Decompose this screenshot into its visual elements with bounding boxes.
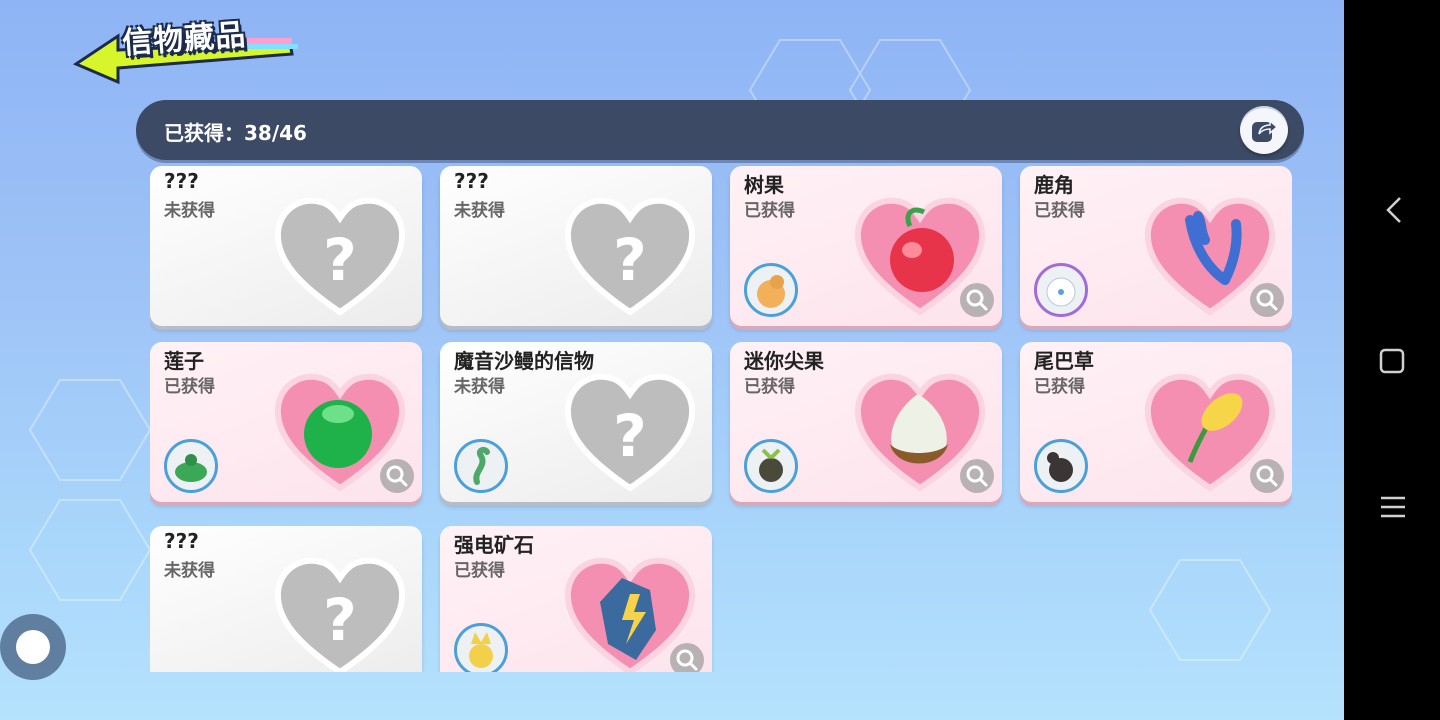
page-title: 信物藏品: [121, 17, 248, 62]
floating-assist-button[interactable]: [0, 614, 66, 680]
magnify-button[interactable]: [960, 459, 994, 493]
svg-text:?: ?: [323, 226, 357, 294]
card-name: ???: [164, 529, 199, 553]
collection-card[interactable]: 尾巴草 已获得: [1020, 342, 1292, 502]
card-status: 已获得: [744, 377, 795, 397]
card-status: 已获得: [1034, 201, 1085, 221]
magnify-button[interactable]: [960, 283, 994, 317]
svg-text:?: ?: [323, 586, 357, 654]
collection-card[interactable]: ??? 未获得 ?: [150, 166, 422, 326]
game-screen: 信物藏品 已获得：38/46 ??? 未获得 ? ??? 未获得 ? 树果 已获…: [0, 0, 1344, 720]
card-name: 鹿角: [1034, 173, 1074, 197]
magnify-icon: [966, 465, 988, 487]
card-status: 已获得: [164, 377, 215, 397]
card-status: 未获得: [164, 561, 215, 581]
nav-menu-icon[interactable]: [1380, 494, 1406, 520]
card-status: 未获得: [454, 377, 505, 397]
collection-header-bar: 已获得：38/46: [136, 100, 1304, 160]
collection-card[interactable]: 强电矿石 已获得: [440, 526, 712, 672]
pokemon-avatar: [1034, 439, 1088, 493]
card-name: ???: [164, 169, 199, 193]
collection-card[interactable]: 鹿角 已获得: [1020, 166, 1292, 326]
collection-card[interactable]: ??? 未获得 ?: [440, 166, 712, 326]
pokemon-avatar: [744, 263, 798, 317]
card-name: 树果: [744, 173, 784, 197]
svg-text:?: ?: [613, 226, 647, 294]
pokemon-avatar: [744, 439, 798, 493]
share-icon: [1252, 119, 1278, 142]
collection-card[interactable]: 莲子 已获得: [150, 342, 422, 502]
collection-card[interactable]: 迷你尖果 已获得: [730, 342, 1002, 502]
card-status: 未获得: [164, 201, 215, 221]
card-status: 已获得: [744, 201, 795, 221]
pokemon-avatar: [454, 439, 508, 493]
svg-text:?: ?: [613, 402, 647, 470]
magnify-button[interactable]: [380, 459, 414, 493]
locked-heart-icon: ?: [564, 197, 696, 316]
magnify-icon: [966, 289, 988, 311]
obtained-count: 已获得：38/46: [164, 121, 307, 145]
card-name: 迷你尖果: [744, 349, 824, 373]
pokemon-avatar: [454, 623, 508, 672]
magnify-icon: [1256, 465, 1278, 487]
system-navigation-bar: [1344, 0, 1440, 720]
locked-heart-icon: ?: [564, 373, 696, 492]
card-name: 莲子: [164, 349, 204, 373]
collection-card[interactable]: 魔音沙鳗的信物 未获得 ?: [440, 342, 712, 502]
card-status: 已获得: [454, 561, 505, 581]
locked-heart-icon: ?: [274, 557, 406, 672]
nav-home-icon[interactable]: [1379, 348, 1405, 374]
card-name: ???: [454, 169, 489, 193]
pokemon-avatar: [164, 439, 218, 493]
pokemon-avatar: [1034, 263, 1088, 317]
magnify-button[interactable]: [1250, 283, 1284, 317]
magnify-button[interactable]: [670, 643, 704, 672]
magnify-button[interactable]: [1250, 459, 1284, 493]
card-name: 强电矿石: [454, 533, 534, 557]
card-status: 未获得: [454, 201, 505, 221]
collection-grid: ??? 未获得 ? ??? 未获得 ? 树果 已获得 鹿角 已获得 莲子 已获得…: [150, 166, 1292, 672]
magnify-icon: [386, 465, 408, 487]
locked-heart-icon: ?: [274, 197, 406, 316]
share-button[interactable]: [1240, 106, 1288, 154]
nav-back-icon[interactable]: [1382, 194, 1406, 226]
magnify-icon: [1256, 289, 1278, 311]
collection-card[interactable]: 树果 已获得: [730, 166, 1002, 326]
card-name: 尾巴草: [1034, 349, 1094, 373]
magnify-icon: [676, 649, 698, 671]
card-status: 已获得: [1034, 377, 1085, 397]
collection-card[interactable]: ??? 未获得 ?: [150, 526, 422, 672]
